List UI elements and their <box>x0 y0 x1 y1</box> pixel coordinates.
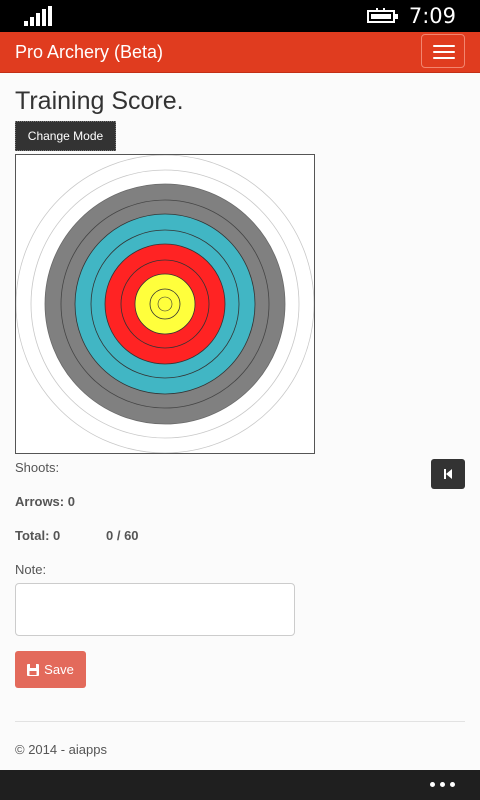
hamburger-icon <box>433 57 455 59</box>
status-bar: 7:09 <box>0 0 480 32</box>
page-title: Training Score. <box>15 87 184 115</box>
skip-back-icon <box>444 469 452 479</box>
undo-last-arrow-button[interactable] <box>431 459 465 489</box>
bottom-app-bar <box>0 770 480 800</box>
status-time: 7:09 <box>408 4 456 28</box>
app-header: Pro Archery (Beta) <box>0 32 480 73</box>
total-score: Total: 0 <box>15 528 61 543</box>
signal-strength-icon <box>24 6 54 26</box>
footer-divider <box>15 721 465 722</box>
archery-target[interactable] <box>15 154 315 454</box>
floppy-disk-icon <box>27 663 40 676</box>
note-label: Note: <box>15 562 47 577</box>
battery-charging-icon <box>367 8 398 23</box>
arrows-count: Arrows: 0 <box>15 494 75 509</box>
menu-button[interactable] <box>421 34 465 68</box>
save-button-label: Save <box>44 662 74 677</box>
save-button[interactable]: Save <box>15 651 86 688</box>
target-face[interactable] <box>15 154 315 454</box>
hamburger-icon <box>433 51 455 53</box>
note-input[interactable] <box>15 583 295 636</box>
change-mode-button[interactable]: Change Mode <box>15 121 116 151</box>
hamburger-icon <box>433 45 455 47</box>
score-ratio: 0 / 60 <box>106 528 139 543</box>
ellipsis-icon[interactable] <box>430 782 458 788</box>
footer-copyright: © 2014 - aiapps <box>15 742 107 757</box>
shoots-label: Shoots: <box>15 460 60 475</box>
app-title: Pro Archery (Beta) <box>15 42 164 62</box>
